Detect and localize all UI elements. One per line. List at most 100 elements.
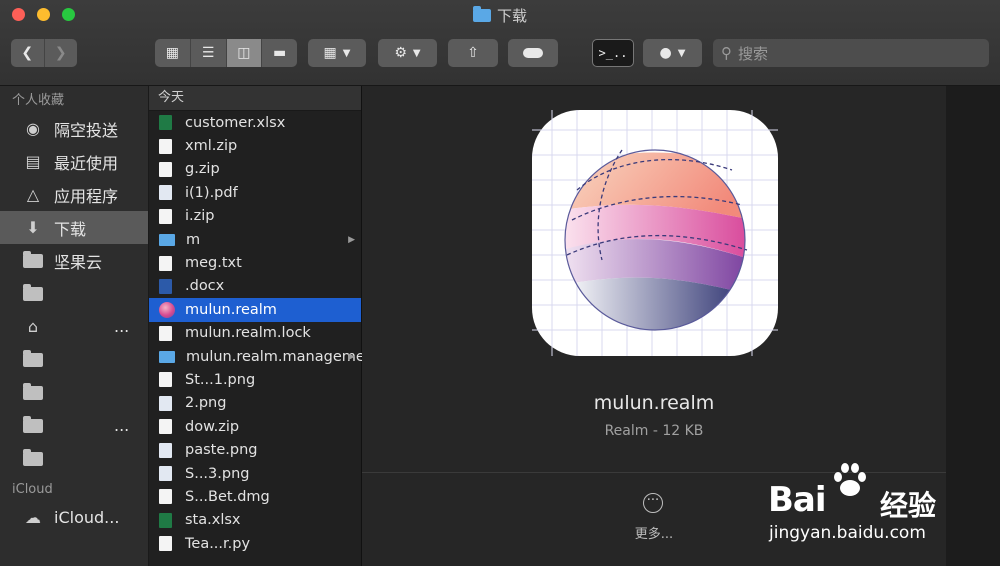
- file-icon: [159, 115, 172, 131]
- file-row[interactable]: sta.xlsx: [149, 509, 361, 532]
- tag-icon: [523, 48, 543, 58]
- file-icon: [159, 442, 172, 458]
- folder-icon: [23, 415, 43, 433]
- search-field[interactable]: ⚲ 搜索: [713, 39, 989, 67]
- share-button[interactable]: ⇧: [448, 39, 498, 67]
- file-icon: [159, 185, 172, 201]
- sidebar-item-downloads[interactable]: ⬇ 下载: [0, 211, 148, 244]
- file-name: paste.png: [185, 442, 258, 459]
- file-icon: [159, 419, 172, 435]
- folder-icon: [472, 6, 491, 22]
- file-row[interactable]: mulun.realm: [149, 298, 361, 322]
- file-row[interactable]: paste.png: [149, 438, 361, 461]
- file-name: dow.zip: [185, 418, 240, 435]
- file-row[interactable]: dow.zip: [149, 415, 361, 438]
- file-row[interactable]: xml.zip: [149, 134, 361, 157]
- file-row[interactable]: S...Bet.dmg: [149, 485, 361, 508]
- folder-icon: [23, 250, 43, 268]
- file-icon: [159, 372, 172, 388]
- file-row[interactable]: i(1).pdf: [149, 181, 361, 204]
- chevron-down-icon: ▼: [677, 47, 686, 59]
- folder-icon: [23, 382, 43, 400]
- sidebar-item-folder[interactable]: ...: [0, 409, 148, 442]
- terminal-icon: >_..: [598, 46, 628, 60]
- disclosure-arrow-icon: ▶: [348, 234, 355, 245]
- sidebar-item-folder[interactable]: [0, 343, 148, 376]
- sidebar-item-jianguoyun[interactable]: 坚果云: [0, 244, 148, 277]
- icon-view-button[interactable]: ▦: [155, 39, 191, 67]
- search-icon: ⚲: [721, 44, 732, 62]
- gear-icon: ⚙: [394, 45, 407, 61]
- search-placeholder: 搜索: [738, 44, 769, 63]
- file-name: m: [186, 231, 201, 248]
- file-name: mulun.realm.lock: [185, 325, 311, 342]
- file-icon: [159, 278, 172, 294]
- toolbar: 下载 ❮ ❯ ▦ ☰ ◫ ▬ ▦ ▼ ⚙ ▼ ⇧ >_.. ● ▼ ⚲ 搜索: [0, 0, 1000, 86]
- realm-logo-icon: [532, 110, 778, 356]
- folder-row[interactable]: mulun.realm.management ▶: [149, 345, 380, 368]
- file-icon: [159, 255, 172, 271]
- paw-logo-icon: [834, 463, 866, 496]
- sidebar: 个人收藏 ◉ 隔空投送 ▤ 最近使用 △ 应用程序 ⬇ 下载 坚果云 ⌂... ...: [0, 86, 149, 566]
- file-row[interactable]: g.zip: [149, 158, 361, 181]
- grid-icon: ▦: [165, 45, 179, 61]
- file-row[interactable]: meg.txt: [149, 251, 361, 274]
- sidebar-item-applications[interactable]: △ 应用程序: [0, 178, 148, 211]
- file-name: .docx: [185, 278, 225, 295]
- gallery-icon: ▬: [273, 45, 287, 61]
- folder-icon: [23, 283, 43, 301]
- column-view-button[interactable]: ◫: [226, 39, 263, 67]
- sidebar-item-folder[interactable]: [0, 376, 148, 409]
- action-button[interactable]: ⚙ ▼: [378, 39, 437, 67]
- file-list: customer.xlsx xml.zip g.zip i(1).pdf i.zip m ▶…: [149, 111, 380, 555]
- terminal-button[interactable]: >_..: [592, 39, 634, 67]
- gallery-view-button[interactable]: ▬: [262, 39, 297, 67]
- file-row[interactable]: i.zip: [149, 205, 361, 228]
- list-view-button[interactable]: ☰: [191, 39, 227, 67]
- favorites-header: 个人收藏: [12, 93, 65, 108]
- watermark-cn: 经验: [880, 489, 937, 522]
- sidebar-item-folder[interactable]: [0, 277, 148, 310]
- file-row[interactable]: S...3.png: [149, 462, 361, 485]
- extension-button[interactable]: ● ▼: [643, 39, 702, 67]
- sidebar-item-icloud[interactable]: ☁ iCloud...: [0, 501, 148, 534]
- sidebar-item-home[interactable]: ⌂...: [0, 310, 148, 343]
- file-name: customer.xlsx: [185, 114, 286, 131]
- file-name: sta.xlsx: [185, 512, 241, 529]
- file-row[interactable]: 2.png: [149, 392, 361, 415]
- recents-icon: ▤: [25, 152, 41, 171]
- chevron-down-icon: ▼: [342, 47, 351, 59]
- applications-icon: △: [26, 185, 40, 204]
- file-icon: [159, 395, 172, 411]
- nav-buttons: ❮ ❯: [11, 39, 77, 67]
- watermark-logo: Bai: [768, 480, 827, 520]
- file-name: S...3.png: [185, 465, 250, 482]
- file-row[interactable]: mulun.realm.lock: [149, 322, 361, 345]
- forward-button[interactable]: ❯: [45, 39, 78, 67]
- more-icon[interactable]: ···: [643, 493, 663, 513]
- folder-icon: [23, 448, 43, 466]
- file-name: St...1.png: [185, 371, 256, 388]
- sidebar-item-airdrop[interactable]: ◉ 隔空投送: [0, 112, 148, 145]
- group-button[interactable]: ▦ ▼: [308, 39, 366, 67]
- file-name: i(1).pdf: [185, 184, 238, 201]
- list-icon: ☰: [201, 45, 215, 61]
- sidebar-item-recents[interactable]: ▤ 最近使用: [0, 145, 148, 178]
- file-name: meg.txt: [185, 255, 242, 272]
- file-name: S...Bet.dmg: [185, 488, 270, 505]
- sidebar-item-folder[interactable]: [0, 442, 148, 475]
- folder-row[interactable]: m ▶: [149, 228, 361, 251]
- file-row[interactable]: Tea...r.py: [149, 532, 361, 555]
- finder-window: 下载 ❮ ❯ ▦ ☰ ◫ ▬ ▦ ▼ ⚙ ▼ ⇧ >_.. ● ▼ ⚲ 搜索 个…: [0, 0, 1000, 566]
- file-name: xml.zip: [185, 138, 238, 155]
- tag-button[interactable]: [508, 39, 558, 67]
- file-icon: [159, 466, 172, 482]
- realm-file-icon: [532, 110, 778, 356]
- file-row[interactable]: .docx: [149, 275, 361, 298]
- file-name: 2.png: [185, 395, 227, 412]
- file-row[interactable]: St...1.png: [149, 368, 361, 391]
- file-row[interactable]: customer.xlsx: [149, 111, 361, 134]
- back-button[interactable]: ❮: [11, 39, 45, 67]
- chevron-down-icon: ▼: [412, 47, 421, 59]
- chevron-left-icon: ❮: [21, 45, 34, 61]
